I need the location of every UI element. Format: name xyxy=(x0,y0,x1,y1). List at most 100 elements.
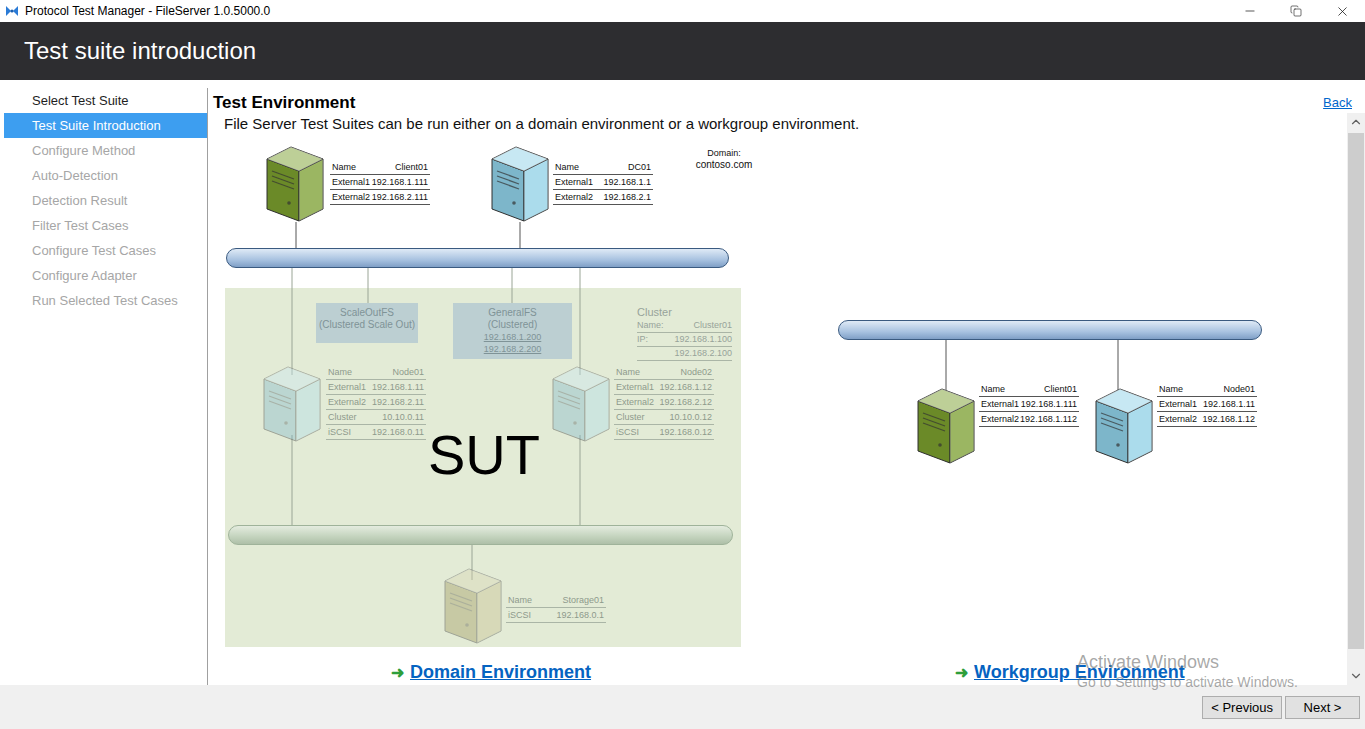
server-info-row: NameStorage01 xyxy=(506,593,606,608)
server-info-row: External2192.168.2.12 xyxy=(614,395,714,410)
server-info-row: External2192.168.2.111 xyxy=(330,190,430,205)
page-header: Test suite introduction xyxy=(0,22,1365,80)
sidebar-item[interactable]: Select Test Suite xyxy=(4,88,207,113)
server-info-row: NameNode01 xyxy=(1157,382,1257,397)
server-info-table: NameNode01External1192.168.1.11External2… xyxy=(1157,382,1257,427)
server-node xyxy=(490,143,550,223)
sut-label: SUT xyxy=(428,427,540,483)
minimize-button[interactable] xyxy=(1227,0,1273,22)
server-info-table: NameNode01External1192.168.1.11External2… xyxy=(326,365,426,440)
server-info-row: External2192.168.2.11 xyxy=(326,395,426,410)
server-info-row: External1192.168.1.11 xyxy=(1157,397,1257,412)
nav-button[interactable]: < Previous xyxy=(1202,696,1282,719)
network-bus xyxy=(226,248,729,268)
server-info-table: NameNode02External1192.168.1.12External2… xyxy=(614,365,714,440)
server-info-row: NameNode01 xyxy=(326,365,426,380)
sidebar: Select Test SuiteTest Suite Introduction… xyxy=(0,88,208,685)
window-title: Protocol Test Manager - FileServer 1.0.5… xyxy=(25,4,270,18)
workgroup-bus xyxy=(838,320,1262,340)
server-icon xyxy=(443,565,503,645)
server-info-row: External1192.168.1.12 xyxy=(614,380,714,395)
server-node xyxy=(1094,385,1154,465)
cluster-row: Name:Cluster01 xyxy=(637,319,732,333)
close-button[interactable] xyxy=(1319,0,1365,22)
vertical-scrollbar[interactable] xyxy=(1347,113,1365,685)
nav-button[interactable]: Next > xyxy=(1285,696,1360,719)
server-info-row: iSCSI192.168.0.1 xyxy=(506,608,606,623)
server-info-row: NameDC01 xyxy=(553,160,653,175)
storage-bus xyxy=(228,525,733,545)
app-window: Protocol Test Manager - FileServer 1.0.5… xyxy=(0,0,1365,729)
server-info-row: NameClient01 xyxy=(979,382,1079,397)
app-logo-icon xyxy=(5,4,19,18)
sidebar-item[interactable]: Test Suite Introduction xyxy=(4,113,207,138)
sidebar-item: Filter Test Cases xyxy=(4,213,207,238)
scroll-down-button[interactable] xyxy=(1347,667,1365,685)
server-info-row: External1192.168.1.1 xyxy=(553,175,653,190)
sidebar-item: Detection Result xyxy=(4,188,207,213)
cluster-row: IP:192.168.1.100 xyxy=(637,333,732,347)
server-icon xyxy=(265,143,325,223)
close-icon xyxy=(1335,4,1350,19)
content-pane: Test Environment BackFile Server Test Sui… xyxy=(208,80,1365,685)
domain-label: Domain:contoso.com xyxy=(686,147,762,171)
server-info-table: NameClient01External1192.168.1.111Extern… xyxy=(330,160,430,205)
minimize-icon xyxy=(1243,4,1257,18)
server-info-row: External1192.168.1.11 xyxy=(326,380,426,395)
sidebar-item: Configure Method xyxy=(4,138,207,163)
title-bar: Protocol Test Manager - FileServer 1.0.5… xyxy=(0,0,1365,22)
server-node xyxy=(551,363,611,443)
server-info-row: iSCSI192.168.0.12 xyxy=(614,425,714,440)
back-link[interactable]: Back xyxy=(1323,95,1352,113)
scroll-up-button[interactable] xyxy=(1347,113,1365,131)
server-icon xyxy=(1094,385,1154,465)
sidebar-item: Auto-Detection xyxy=(4,163,207,188)
server-info-row: Cluster10.10.0.12 xyxy=(614,410,714,425)
activation-watermark: Activate WindowsGo to Settings to activa… xyxy=(1077,651,1298,691)
scroll-track[interactable] xyxy=(1347,131,1365,667)
restore-button[interactable] xyxy=(1273,0,1319,22)
arrow-icon: ➜ xyxy=(391,663,404,682)
server-info-row: External2192.168.1.112 xyxy=(979,412,1079,427)
scroll-region: File Server Test Suites can be run eithe… xyxy=(208,113,1365,685)
sidebar-item: Run Selected Test Cases xyxy=(4,288,207,313)
content-header: Test Environment Back xyxy=(208,80,1365,113)
chevron-up-icon xyxy=(1349,115,1363,129)
scroll-thumb[interactable] xyxy=(1348,133,1364,649)
server-info-table: NameStorage01iSCSI192.168.0.1 xyxy=(506,593,606,623)
section-heading: Test Environment xyxy=(213,93,355,113)
server-icon xyxy=(551,363,611,443)
server-info-table: NameClient01External1192.168.1.111Extern… xyxy=(979,382,1079,427)
arrow-icon: ➜ xyxy=(955,663,968,682)
environment-links: ➜Domain Environment➜Workgroup Environmen… xyxy=(208,660,1347,685)
server-icon xyxy=(916,385,976,465)
server-icon xyxy=(262,363,322,443)
server-info-row: NameNode02 xyxy=(614,365,714,380)
server-info-row: External2192.168.1.12 xyxy=(1157,412,1257,427)
cluster-role: ScaleOutFS(Clustered Scale Out) xyxy=(316,303,418,343)
cluster-info: ClusterName:Cluster01IP:192.168.1.100192… xyxy=(637,305,732,361)
chevron-down-icon xyxy=(1349,669,1363,683)
environment-link[interactable]: ➜Workgroup Environment xyxy=(955,662,1347,683)
window-controls xyxy=(1227,0,1365,22)
server-info-table: NameDC01External1192.168.1.1External2192… xyxy=(553,160,653,205)
description: File Server Test Suites can be run eithe… xyxy=(208,113,1347,135)
server-node xyxy=(916,385,976,465)
server-node xyxy=(262,363,322,443)
server-info-row: Cluster10.10.0.11 xyxy=(326,410,426,425)
environment-diagram: Domain:contoso.com ScaleOutFS(Clustered S… xyxy=(208,135,1347,660)
main-body: Select Test SuiteTest Suite Introduction… xyxy=(0,80,1365,685)
server-icon xyxy=(490,143,550,223)
sidebar-item: Configure Test Cases xyxy=(4,238,207,263)
server-node xyxy=(443,565,503,645)
server-info-row: External1192.168.1.111 xyxy=(330,175,430,190)
server-node xyxy=(265,143,325,223)
bottom-bar: < PreviousNext > xyxy=(0,685,1365,729)
environment-link[interactable]: ➜Domain Environment xyxy=(391,662,955,683)
cluster-role: GeneralFS(Clustered)192.168.1.200192.168… xyxy=(453,303,572,359)
scroll-content: File Server Test Suites can be run eithe… xyxy=(208,113,1347,685)
server-info-row: External2192.168.2.1 xyxy=(553,190,653,205)
server-info-row: iSCSI192.168.0.11 xyxy=(326,425,426,440)
server-info-row: External1192.168.1.111 xyxy=(979,397,1079,412)
cluster-row: 192.168.2.100 xyxy=(637,347,732,361)
